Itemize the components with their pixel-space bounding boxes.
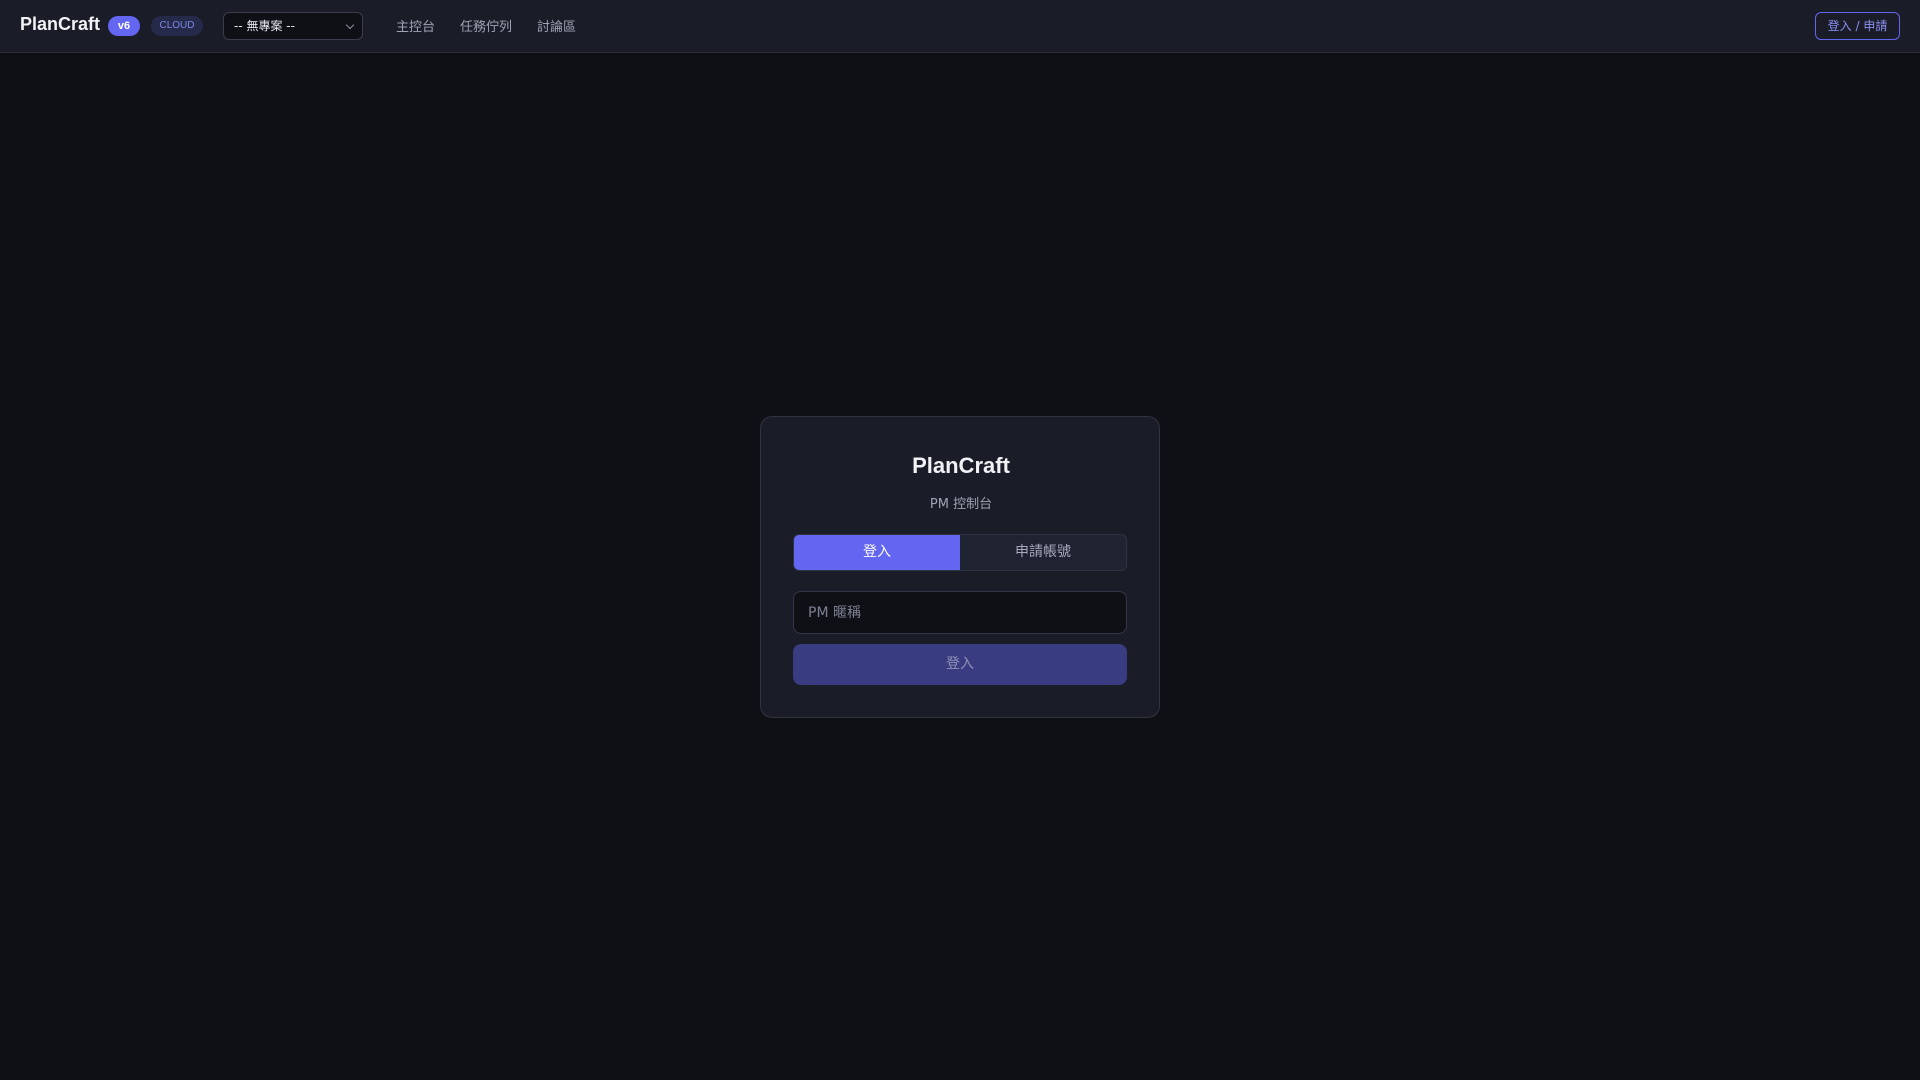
login-card: PlanCraft PM 控制台 登入 申請帳號 登入: [760, 416, 1160, 718]
project-select-value: -- 無專案 --: [234, 19, 295, 33]
tab-apply-account[interactable]: 申請帳號: [960, 535, 1126, 570]
login-submit-button[interactable]: 登入: [793, 644, 1127, 685]
nav-discussion[interactable]: 討論區: [537, 16, 576, 35]
project-select[interactable]: -- 無專案 --: [223, 12, 363, 40]
top-navbar: PlanCraft v6 CLOUD -- 無專案 -- 主控台 任務佇列 討論…: [0, 0, 1920, 53]
environment-badge: CLOUD: [151, 16, 203, 36]
brand-logo[interactable]: PlanCraft: [20, 14, 100, 35]
nav-dashboard[interactable]: 主控台: [396, 16, 435, 35]
login-mode-tabs: 登入 申請帳號: [793, 534, 1127, 571]
tab-login[interactable]: 登入: [794, 535, 960, 570]
login-apply-button[interactable]: 登入 / 申請: [1815, 12, 1900, 40]
version-badge: v6: [108, 16, 140, 36]
chevron-down-icon: [345, 20, 355, 30]
login-card-title: PlanCraft: [912, 453, 1010, 478]
pm-nickname-input[interactable]: [793, 591, 1127, 634]
login-card-subtitle: PM 控制台: [929, 497, 993, 512]
nav-task-queue[interactable]: 任務佇列: [460, 16, 512, 35]
